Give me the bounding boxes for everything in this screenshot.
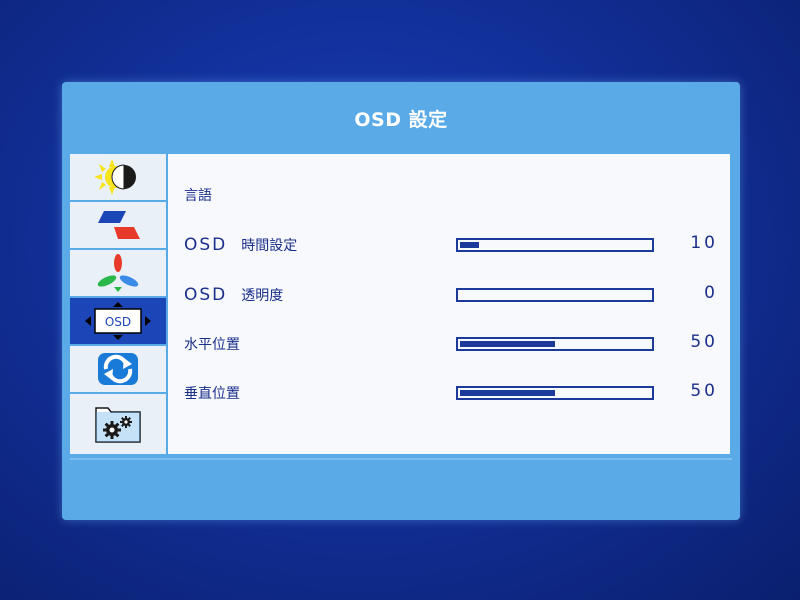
menu-item-osd-transparency[interactable]: OSD 透明度 0 — [168, 280, 730, 310]
menu-item-horizontal-position[interactable]: 水平位置 50 — [168, 329, 730, 359]
brightness-contrast-icon — [94, 159, 136, 195]
vertical-position-slider[interactable] — [456, 386, 654, 400]
menu-title: OSD 設定 — [354, 109, 448, 131]
vertical-position-slider-fill — [460, 390, 555, 396]
menu-item-language[interactable]: 言語 — [168, 180, 730, 210]
menu-item-text: 水平位置 — [184, 337, 240, 353]
menu-item-label: 水平位置 — [184, 334, 240, 354]
menu-item-osd-time[interactable]: OSD 時間設定 10 — [168, 230, 730, 260]
vertical-position-value: 50 — [690, 381, 718, 401]
osd-time-slider-fill — [460, 242, 479, 248]
menu-item-label: OSD 透明度 — [184, 285, 283, 305]
osd-transparency-slider[interactable] — [456, 288, 654, 302]
horizontal-position-slider[interactable] — [456, 337, 654, 351]
menu-item-text: 時間設定 — [241, 238, 298, 254]
osd-menu-panel: OSD 設定 OSD 言語 OSD 時間設定 10 OSD 透明度 0 水平位置… — [62, 82, 740, 520]
tab-brightness-contrast[interactable] — [70, 154, 166, 202]
rgb-color-icon — [97, 254, 139, 292]
system-settings-icon — [95, 407, 141, 443]
menu-item-text: 言語 — [184, 188, 212, 204]
reset-icon — [98, 353, 138, 385]
menu-item-prefix: OSD — [184, 235, 228, 255]
osd-icon-label: OSD — [105, 315, 131, 329]
menu-item-text: 透明度 — [241, 288, 284, 304]
menu-item-label: OSD 時間設定 — [184, 235, 297, 255]
status-bar — [70, 458, 732, 512]
menu-sidebar: OSD — [70, 154, 166, 454]
osd-time-value: 10 — [690, 233, 718, 253]
menu-item-prefix: OSD — [184, 285, 228, 305]
menu-item-text: 垂直位置 — [184, 386, 240, 402]
osd-time-slider[interactable] — [456, 238, 654, 252]
tab-rgb-color[interactable] — [70, 250, 166, 298]
tab-color-adjust[interactable] — [70, 202, 166, 250]
menu-item-vertical-position[interactable]: 垂直位置 50 — [168, 378, 730, 408]
horizontal-position-slider-fill — [460, 341, 555, 347]
menu-item-label: 言語 — [184, 185, 212, 205]
color-adjust-icon — [98, 211, 140, 239]
tab-osd-settings[interactable]: OSD — [70, 298, 166, 346]
osd-settings-icon: OSD — [85, 302, 151, 340]
tab-reset[interactable] — [70, 346, 166, 394]
menu-content: 言語 OSD 時間設定 10 OSD 透明度 0 水平位置 50 垂直位置 50 — [168, 154, 730, 454]
menu-item-label: 垂直位置 — [184, 383, 240, 403]
tab-system-settings[interactable] — [70, 394, 166, 454]
horizontal-position-value: 50 — [690, 332, 718, 352]
osd-transparency-value: 0 — [704, 283, 718, 303]
